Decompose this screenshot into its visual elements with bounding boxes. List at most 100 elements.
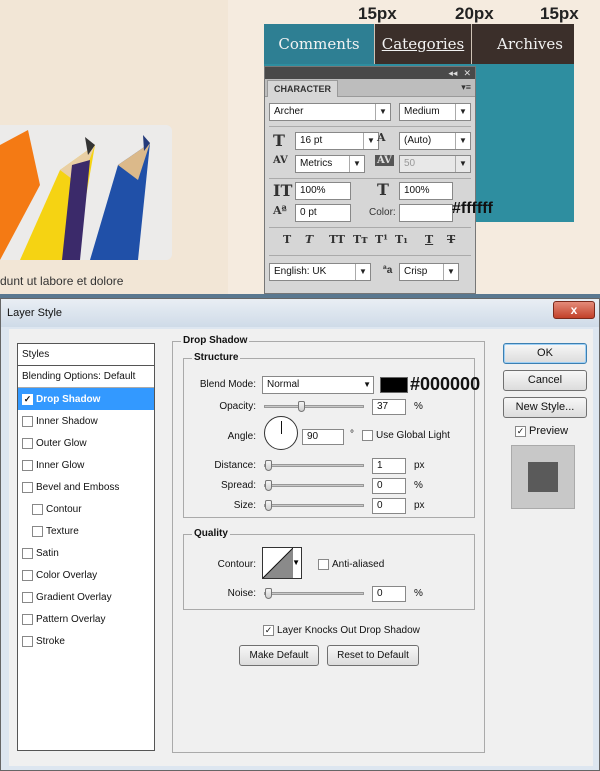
kerning-icon: AV — [273, 155, 288, 166]
color-label: Color: — [369, 207, 396, 218]
cancel-button[interactable]: Cancel — [503, 370, 587, 391]
panel-menu-icon[interactable]: ▾≡ — [461, 82, 471, 93]
reset-to-default-button[interactable]: Reset to Default — [327, 645, 419, 666]
noise-input[interactable]: 0 — [372, 586, 406, 602]
horizontal-scale-icon: T — [377, 180, 389, 199]
distance-input[interactable]: 1 — [372, 458, 406, 474]
checkbox-box[interactable] — [22, 459, 33, 471]
spread-input[interactable]: 0 — [372, 478, 406, 494]
style-item-bevel-and-emboss[interactable]: Bevel and Emboss — [18, 476, 154, 498]
blend-mode-select[interactable]: Normal ▼ — [262, 376, 374, 394]
blending-options-item[interactable]: Blending Options: Default — [18, 366, 154, 388]
font-size-select[interactable]: 16 pt ▼ — [295, 132, 379, 150]
ok-button[interactable]: OK — [503, 343, 587, 364]
checkbox-box[interactable] — [22, 415, 33, 427]
checkbox-box[interactable] — [22, 613, 33, 625]
style-item-inner-glow[interactable]: Inner Glow — [18, 454, 154, 476]
new-style-button[interactable]: New Style... — [503, 397, 587, 418]
small-caps-button[interactable]: Tт — [353, 233, 368, 246]
global-light-checkbox[interactable]: Use Global Light — [362, 430, 450, 441]
close-button[interactable]: x — [553, 301, 595, 319]
tab-character[interactable]: CHARACTER — [267, 80, 338, 97]
distance-slider-thumb[interactable] — [265, 460, 272, 471]
style-item-satin[interactable]: Satin — [18, 542, 154, 564]
style-item-pattern-overlay[interactable]: Pattern Overlay — [18, 608, 154, 630]
italic-button[interactable]: T — [305, 233, 313, 246]
spread-unit: % — [414, 480, 423, 491]
font-family-select[interactable]: Archer ▼ — [269, 103, 391, 121]
checkbox-box[interactable] — [22, 591, 33, 603]
subscript-button[interactable]: T₁ — [395, 233, 408, 246]
shadow-color-swatch[interactable] — [380, 377, 408, 393]
anti-aliased-checkbox[interactable]: Anti-aliased — [318, 559, 384, 570]
spacing-label-1: 15px — [358, 4, 397, 23]
divider — [269, 178, 471, 179]
font-style-select[interactable]: Medium ▼ — [399, 103, 471, 121]
horizontal-scale-input[interactable]: 100% — [399, 182, 453, 200]
underline-button[interactable]: T — [425, 233, 433, 246]
color-swatch[interactable] — [399, 204, 453, 222]
size-unit: px — [414, 500, 425, 511]
nav-tab-categories[interactable]: Categories — [375, 24, 471, 64]
noise-slider[interactable] — [264, 588, 364, 599]
style-item-label: Stroke — [36, 635, 65, 647]
style-item-contour[interactable]: Contour — [18, 498, 154, 520]
tracking-select[interactable]: 50 ▼ — [399, 155, 471, 173]
bold-button[interactable]: T — [283, 233, 291, 246]
checkbox-box[interactable] — [22, 635, 33, 647]
all-caps-button[interactable]: TT — [329, 233, 345, 246]
checkbox-box[interactable] — [22, 437, 33, 449]
checkbox-box[interactable] — [22, 481, 33, 493]
style-item-outer-glow[interactable]: Outer Glow — [18, 432, 154, 454]
character-panel-titlebar: ◂◂ ✕ — [265, 67, 475, 79]
kerning-select[interactable]: Metrics ▼ — [295, 155, 365, 173]
spread-slider[interactable] — [264, 480, 364, 491]
size-slider[interactable] — [264, 500, 364, 511]
spread-slider-thumb[interactable] — [265, 480, 272, 491]
size-input[interactable]: 0 — [372, 498, 406, 514]
style-preview — [511, 445, 575, 509]
checkbox-box[interactable]: ✓ — [22, 393, 33, 405]
antialias-select[interactable]: Crisp ▼ — [399, 263, 459, 281]
style-item-gradient-overlay[interactable]: Gradient Overlay — [18, 586, 154, 608]
angle-input[interactable]: 90 — [302, 429, 344, 445]
superscript-button[interactable]: T¹ — [375, 233, 388, 246]
noise-slider-thumb[interactable] — [265, 588, 272, 599]
noise-unit: % — [414, 588, 423, 599]
style-item-label: Outer Glow — [36, 437, 87, 449]
preview-checkbox[interactable]: ✓ Preview — [515, 425, 568, 437]
angle-dial[interactable] — [264, 416, 298, 450]
chevron-down-icon: ▼ — [443, 264, 458, 280]
vertical-scale-input[interactable]: 100% — [295, 182, 351, 200]
checkbox-box[interactable] — [22, 547, 33, 559]
size-slider-thumb[interactable] — [265, 500, 272, 511]
opacity-slider[interactable] — [264, 401, 364, 412]
checkbox-box[interactable] — [32, 503, 43, 515]
language-select[interactable]: English: UK ▼ — [269, 263, 371, 281]
collapse-icon[interactable]: ◂◂ — [448, 68, 457, 79]
style-item-color-overlay[interactable]: Color Overlay — [18, 564, 154, 586]
style-item-stroke[interactable]: Stroke — [18, 630, 154, 652]
styles-header[interactable]: Styles — [18, 344, 154, 366]
style-item-drop-shadow[interactable]: ✓ Drop Shadow — [18, 388, 154, 410]
style-item-inner-shadow[interactable]: Inner Shadow — [18, 410, 154, 432]
leading-select[interactable]: (Auto) ▼ — [399, 132, 471, 150]
close-icon[interactable]: ✕ — [463, 68, 471, 79]
contour-picker[interactable]: ▼ — [262, 547, 302, 579]
nav-tab-comments[interactable]: Comments — [264, 24, 374, 64]
opacity-input[interactable]: 37 — [372, 399, 406, 415]
strikethrough-button[interactable]: T — [447, 233, 455, 246]
checkbox-box[interactable] — [22, 569, 33, 581]
opacity-unit: % — [414, 401, 423, 412]
opacity-slider-thumb[interactable] — [298, 401, 305, 412]
style-item-texture[interactable]: Texture — [18, 520, 154, 542]
style-item-label: Inner Shadow — [36, 415, 98, 427]
make-default-button[interactable]: Make Default — [239, 645, 319, 666]
nav-tab-archives[interactable]: Archives — [486, 24, 574, 64]
divider — [269, 126, 471, 127]
baseline-shift-input[interactable]: 0 pt — [295, 204, 351, 222]
distance-slider[interactable] — [264, 460, 364, 471]
knockout-checkbox[interactable]: ✓ Layer Knocks Out Drop Shadow — [263, 625, 420, 636]
chevron-down-icon: ▼ — [292, 558, 300, 567]
checkbox-box[interactable] — [32, 525, 43, 537]
